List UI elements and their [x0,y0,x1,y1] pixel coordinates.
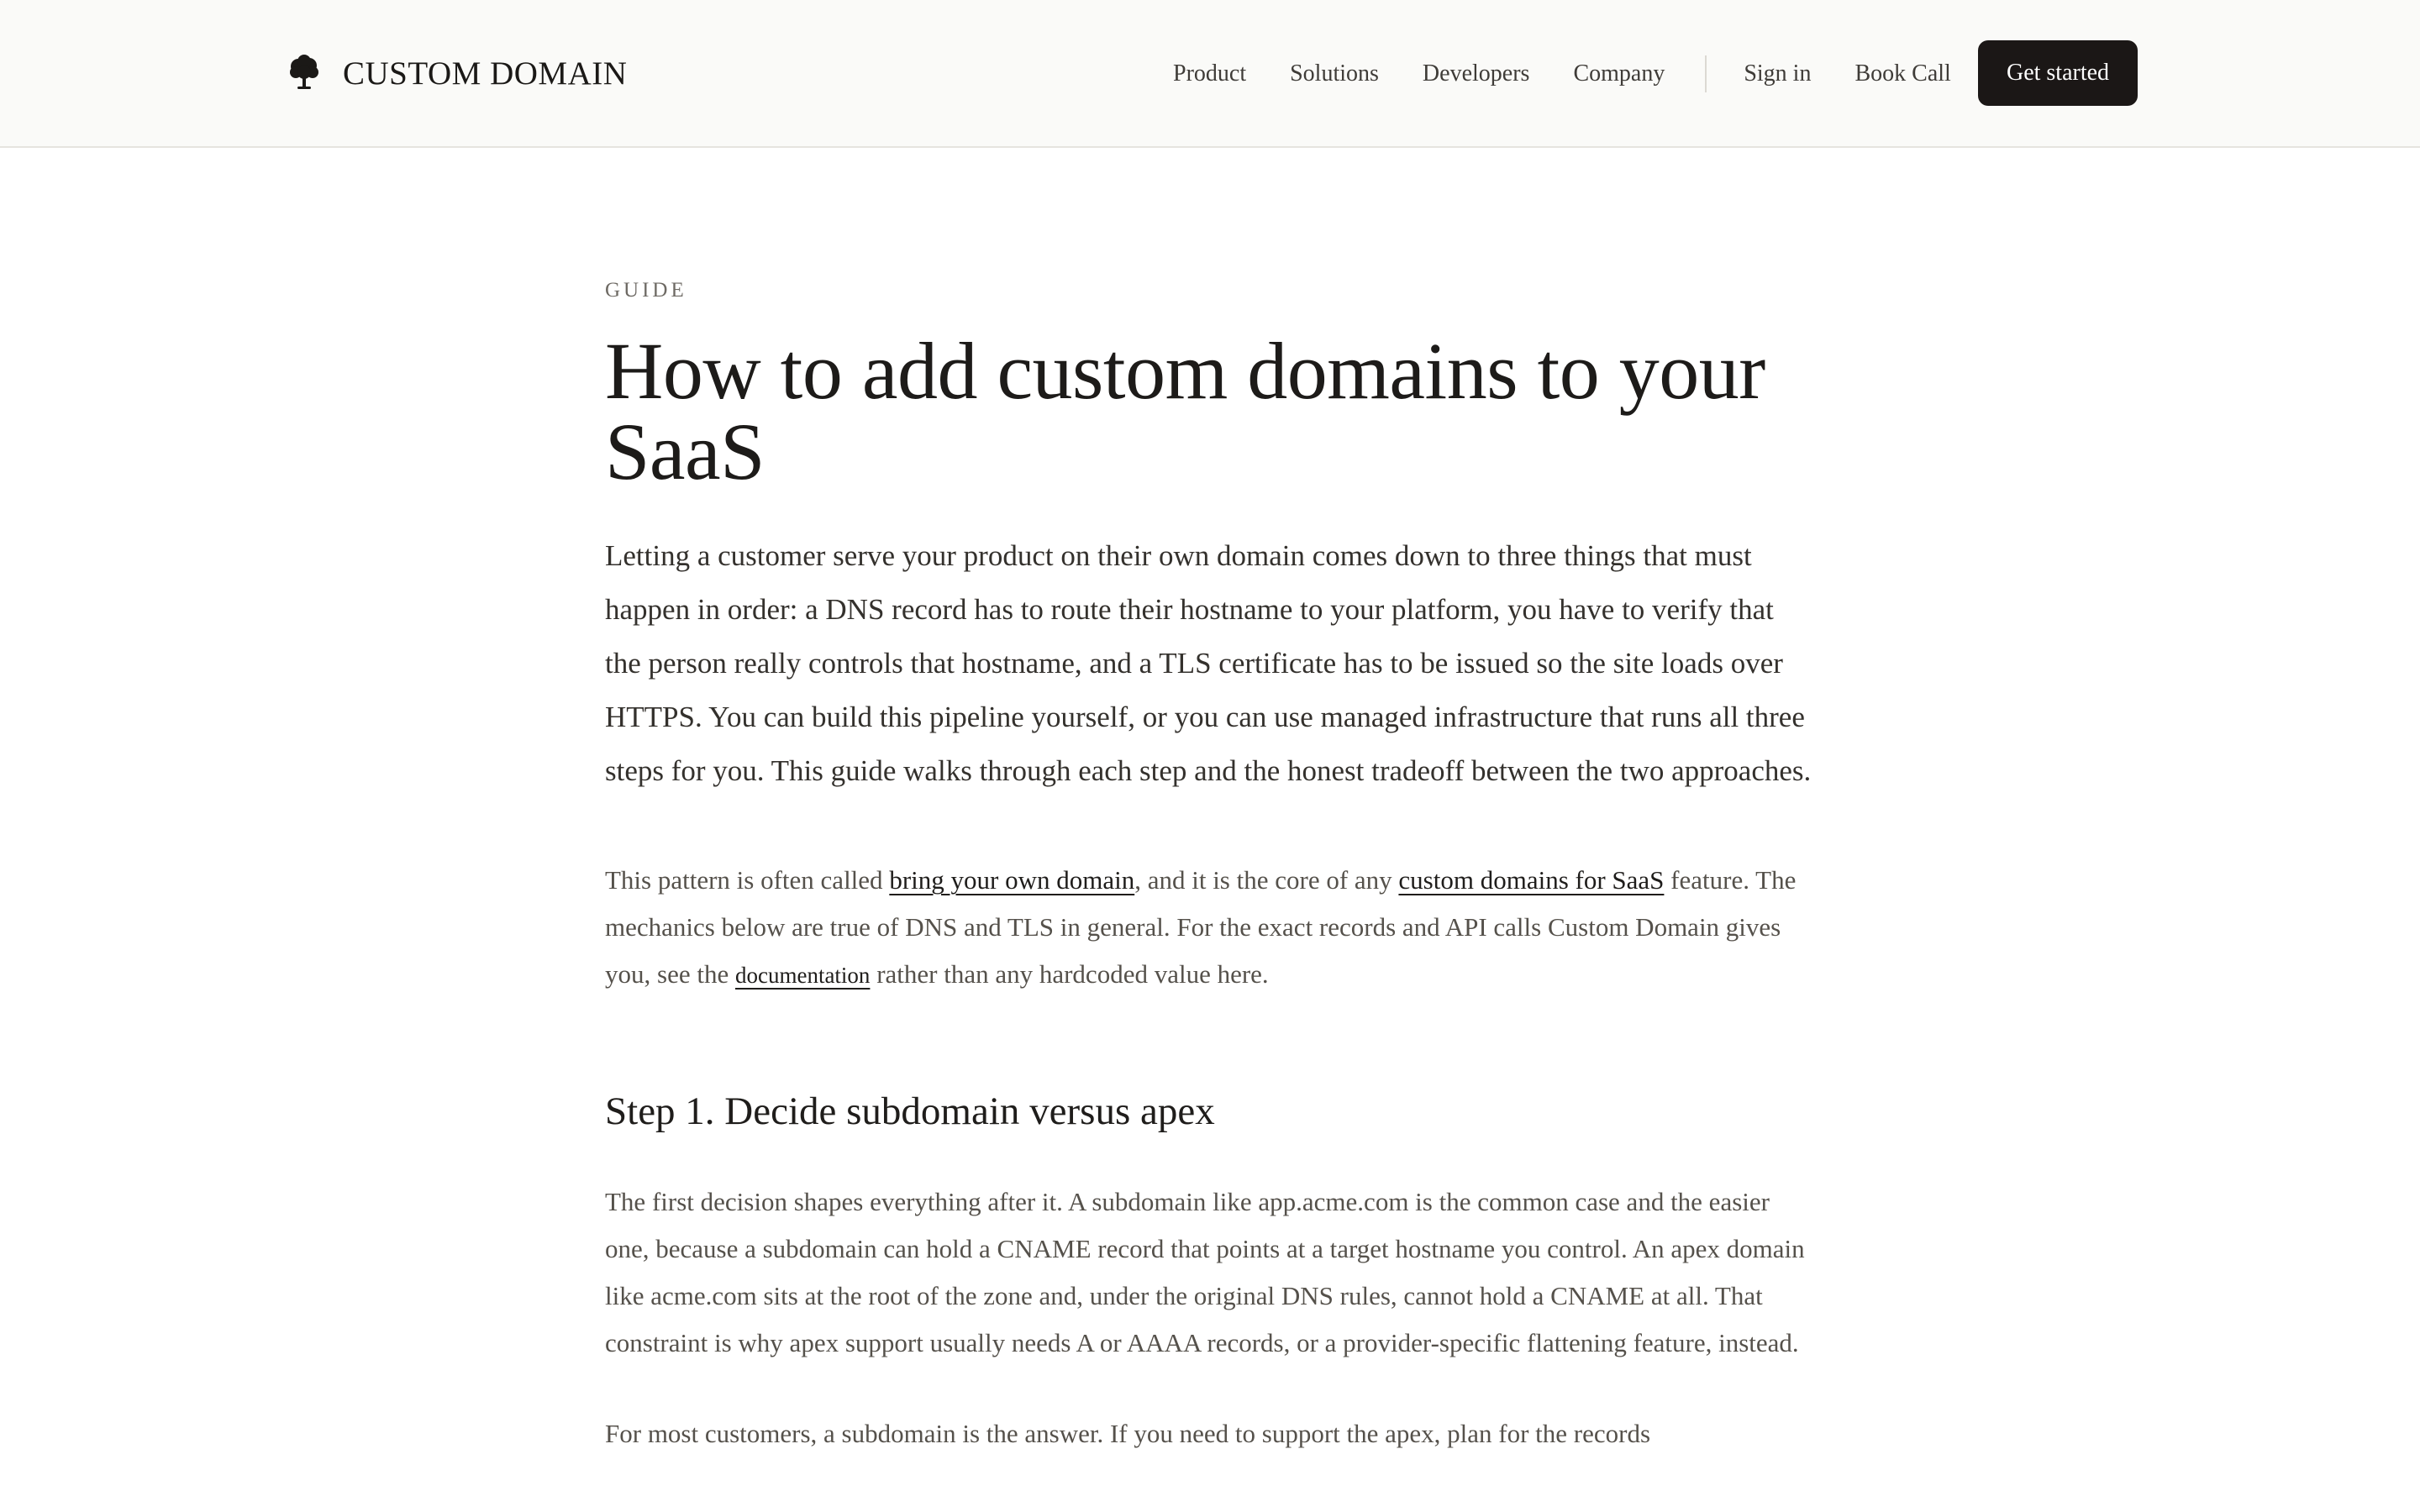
article-eyebrow: GUIDE [605,279,687,302]
intro-text-4: rather than any hardcoded value here. [870,959,1269,989]
nav-item-developers[interactable]: Developers [1423,60,1530,87]
book-call-link[interactable]: Book Call [1854,60,1950,87]
step-1-next-paragraph: For most customers, a subdomain is the a… [605,1419,1651,1448]
page-title: How to add custom domains to your SaaS [605,326,1765,496]
main-nav: Product Solutions Developers Company Sig… [1173,40,1985,108]
tree-icon [286,55,323,92]
lead-paragraph: Letting a customer serve your product on… [605,539,1812,787]
step-1-paragraph: The first decision shapes everything aft… [605,1187,1805,1357]
bring-your-own-domain-link[interactable]: bring your own domain [889,865,1134,895]
step-1-heading: Step 1. Decide subdomain versus apex [605,1089,1215,1133]
sign-in-link[interactable]: Sign in [1744,60,1811,87]
intro-text-2: , and it is the core of any [1134,865,1399,895]
brand-name: CUSTOM DOMAIN [343,55,628,92]
intro-text-1: This pattern is often called [605,865,890,895]
nav-divider [1705,55,1707,92]
brand-logo-link[interactable]: CUSTOM DOMAIN [286,47,627,99]
documentation-link[interactable]: documentation [735,963,870,988]
custom-domains-for-saas-link[interactable]: custom domains for SaaS [1398,865,1664,895]
site-header: CUSTOM DOMAIN Product Solutions Develope… [0,0,2420,148]
nav-item-company[interactable]: Company [1573,60,1665,87]
article: GUIDE How to add custom domains to your … [605,279,1815,1457]
get-started-button[interactable]: Get started [1978,40,2138,106]
nav-item-product[interactable]: Product [1173,60,1246,87]
nav-item-solutions[interactable]: Solutions [1290,60,1379,87]
intro-paragraph: This pattern is often called bring your … [605,857,1815,999]
